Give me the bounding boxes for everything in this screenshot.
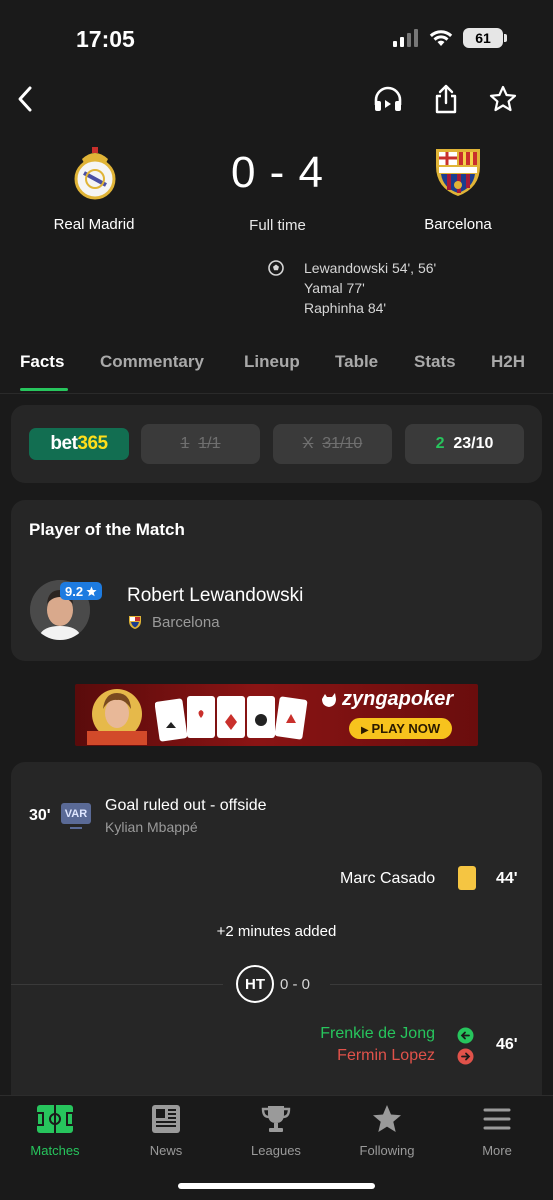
nav-matches[interactable]: Matches [0,1104,110,1158]
nav-label: News [149,1143,183,1158]
var-event-player[interactable]: Kylian Mbappé [105,819,198,835]
sub-in-arrow-icon [457,1027,474,1044]
sub-player-in[interactable]: Frenkie de Jong [250,1025,435,1043]
var-minute: 30' [29,807,51,824]
star-outline-icon [489,85,517,112]
tab-lineup[interactable]: Lineup [244,352,300,372]
nav-following[interactable]: Following [332,1104,442,1158]
card-event-minute: 44' [496,870,518,887]
headphones-icon [374,86,402,111]
share-button[interactable] [429,82,463,116]
wifi-icon [429,30,453,46]
scorer-line: Raphinha 84' [304,300,387,316]
back-button[interactable] [8,82,42,116]
potm-title: Player of the Match [29,520,185,539]
ad-brand-text: zyngapoker [342,688,454,710]
news-icon [152,1105,180,1133]
sub-player-out[interactable]: Fermin Lopez [250,1047,435,1065]
match-status: Full time [249,217,306,234]
scorer-line: Yamal 77' [304,280,365,296]
odds-home-value: 1/1 [198,435,221,452]
real-madrid-crest[interactable] [70,145,120,201]
away-team-name[interactable]: Barcelona [408,216,508,233]
var-badge-stand [70,827,82,829]
match-tabs: Facts Commentary Lineup Table Stats H2H [0,340,553,394]
halftime-divider-left [11,984,223,985]
follow-star-button[interactable] [486,82,520,116]
odds-away-button[interactable]: 2 23/10 [405,424,524,464]
tab-h2h[interactable]: H2H [491,352,525,372]
ad-person-icon [87,689,147,745]
star-icon [86,586,97,596]
nav-label: Matches [30,1143,80,1158]
nav-more[interactable]: More [442,1104,552,1158]
barcelona-crest[interactable] [433,146,483,198]
var-event-title: Goal ruled out - offside [105,797,267,814]
status-icons: 61 [393,28,507,48]
nav-leagues[interactable]: Leagues [221,1104,331,1158]
odds-home-button[interactable]: 1 1/1 [141,424,260,464]
halftime-score: 0 - 0 [280,976,311,993]
nav-news[interactable]: News [111,1104,221,1158]
bet365-logo[interactable]: bet 365 [29,428,129,460]
share-icon [435,84,457,114]
tab-stats[interactable]: Stats [414,352,456,372]
odds-away-label: 2 [435,435,445,452]
ad-playing-cards-icon [155,696,308,742]
odds-draw-label: X [302,435,314,452]
soccer-ball-icon [268,260,284,276]
tab-table[interactable]: Table [335,352,378,372]
ad-brand: zyngapoker [320,688,453,711]
odds-home-label: 1 [180,435,190,452]
odds-away-value: 23/10 [453,435,494,452]
home-indicator[interactable] [178,1183,375,1189]
barcelona-mini-crest-icon [129,616,141,629]
match-score: 0 - 4 [230,148,325,197]
nav-label: More [482,1143,512,1158]
star-icon [373,1105,401,1132]
odds-draw-button[interactable]: X 31/10 [273,424,392,464]
player-team: Barcelona [152,614,220,631]
ad-banner[interactable]: zyngapoker ▶ PLAY NOW [75,684,478,746]
card-event-player[interactable]: Marc Casado [340,870,435,888]
var-badge: VAR [61,803,91,824]
sub-out-arrow-icon [457,1048,474,1065]
yellow-card-icon [458,866,476,890]
home-team-name[interactable]: Real Madrid [44,216,144,233]
pitch-icon [36,1105,74,1133]
halftime-divider-right [330,984,542,985]
player-rating: 9.2 [65,583,84,599]
cellular-signal-icon [393,29,418,47]
ad-cta-label: PLAY NOW [371,721,441,736]
player-rating-badge: 9.2 [60,582,103,600]
sub-minute: 46' [496,1036,518,1053]
player-name: Robert Lewandowski [127,585,304,606]
zynga-dog-icon [322,692,336,707]
tab-facts[interactable]: Facts [20,352,64,372]
added-time-text: +2 minutes added [216,923,337,940]
trophy-icon [261,1106,291,1132]
scorer-line: Lewandowski 54', 56' [304,260,437,276]
menu-icon [483,1108,511,1130]
active-tab-indicator [20,388,68,391]
status-time: 17:05 [76,26,135,52]
audio-button[interactable] [371,82,405,116]
nav-label: Following [359,1143,415,1158]
battery-indicator: 61 [463,28,507,48]
chevron-left-icon [18,86,32,112]
halftime-badge: HT [236,965,274,1003]
odds-card: bet 365 1 1/1 X 31/10 2 23/10 [11,405,542,483]
nav-label: Leagues [251,1143,301,1158]
ad-cta-button[interactable]: ▶ PLAY NOW [349,718,453,739]
real-madrid-crest-icon [74,147,116,200]
barcelona-crest-icon [436,149,480,196]
player-of-match-card[interactable]: Player of the Match [11,500,542,661]
tab-commentary[interactable]: Commentary [100,352,204,372]
odds-draw-value: 31/10 [322,435,363,452]
